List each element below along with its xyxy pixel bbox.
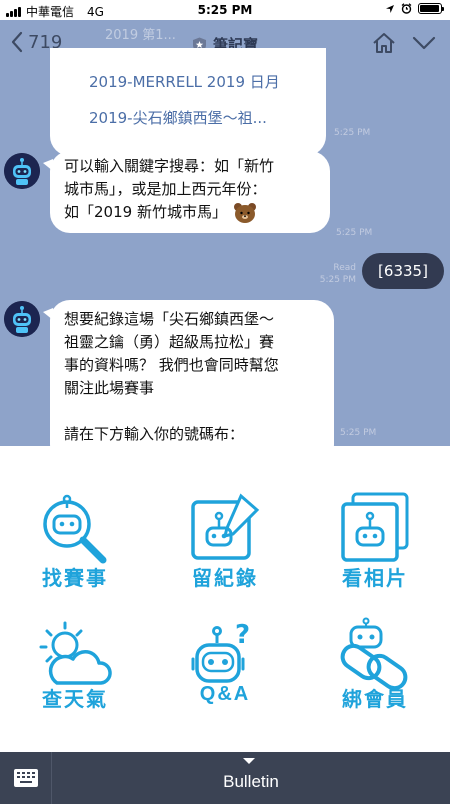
read-receipt: Read — [333, 263, 356, 273]
message-line: 請在下方輸入你的號碼布： — [64, 425, 245, 443]
robot-icon — [4, 301, 40, 337]
bot-avatar[interactable] — [4, 301, 40, 337]
rich-menu: 找賽事 留紀錄 看相片 查天氣 ? Q&A 綁會員 — [0, 446, 450, 752]
robot-pencil-icon — [191, 493, 260, 560]
message-time: 5:25 PM — [319, 275, 356, 285]
alarm-clock-icon — [401, 3, 412, 14]
status-bar: 中華電信 4G 5:25 PM — [0, 0, 450, 20]
menu-label: 找賽事 — [42, 566, 108, 590]
location-arrow-icon — [386, 4, 394, 13]
keyboard-icon — [14, 769, 38, 787]
menu-label: Q&A — [199, 683, 251, 705]
status-right — [385, 3, 444, 14]
menu-label: 看相片 — [342, 566, 408, 590]
robot-chain-icon — [340, 617, 408, 691]
home-icon[interactable] — [372, 32, 396, 54]
bot-message: 可以輸入關鍵字搜尋：如「新竹 城市馬」，或是加上西元年份： 如「2019 新竹城… — [43, 151, 330, 233]
message-line: 想要紀錄這場「尖石鄉鎮西堡～ — [64, 310, 275, 328]
menu-label: 查天氣 — [42, 687, 108, 711]
menu-qa[interactable]: ? Q&A — [150, 599, 300, 752]
menu-bind-member[interactable]: 綁會員 — [300, 599, 450, 752]
chevron-down-icon[interactable] — [412, 36, 436, 50]
message-line: 如「2019 新竹城市馬」 — [64, 203, 227, 221]
magnifier-robot-icon — [43, 494, 107, 564]
link-list-bubble: 2019-MERRELL 2019 日月 2019-尖石鄉鎮西堡～祖... — [50, 48, 326, 156]
bot-avatar[interactable] — [4, 153, 40, 189]
message-line: 事的資料嗎？ 我們也會同時幫您 — [64, 356, 279, 374]
message-line — [64, 400, 320, 423]
menu-record[interactable]: 留紀錄 — [150, 446, 300, 599]
message-line: 城市馬」，或是加上西元年份： — [64, 180, 267, 198]
link-item[interactable]: 2019-尖石鄉鎮西堡～祖... — [89, 100, 326, 136]
robot-photo-icon — [341, 492, 409, 562]
menu-find-race[interactable]: 找賽事 — [0, 446, 150, 599]
caret-down-icon — [243, 758, 255, 764]
bulletin-label: Bulletin — [223, 772, 279, 791]
keyboard-button[interactable] — [0, 752, 52, 804]
message-time: 5:25 PM — [336, 228, 373, 238]
menu-weather[interactable]: 查天氣 — [0, 599, 150, 752]
robot-icon — [4, 153, 40, 189]
menu-label: 綁會員 — [342, 687, 408, 711]
status-time: 5:25 PM — [197, 3, 253, 17]
user-message: [6335] — [362, 253, 444, 289]
message-time: 5:25 PM — [334, 128, 371, 138]
svg-text:?: ? — [235, 620, 250, 650]
menu-photos[interactable]: 看相片 — [300, 446, 450, 599]
message-time: 5:25 PM — [340, 428, 377, 438]
link-item[interactable]: 2019-MERRELL 2019 日月 — [89, 64, 326, 100]
message-line: 可以輸入關鍵字搜尋：如「新竹 — [64, 157, 275, 175]
bear-emoji-icon — [233, 202, 256, 223]
bulletin-toggle[interactable]: Bulletin — [52, 752, 450, 804]
menu-label: 留紀錄 — [192, 566, 258, 590]
bot-message: 想要紀錄這場「尖石鄉鎮西堡～ 祖靈之鑰（勇）超級馬拉松」賽 事的資料嗎？ 我們也… — [43, 300, 334, 446]
battery-icon — [418, 3, 444, 14]
message-line: 關注此場賽事 — [64, 379, 155, 397]
bottom-bar: Bulletin — [0, 752, 450, 804]
message-line: 祖靈之鑰（勇）超級馬拉松」賽 — [64, 333, 275, 351]
chat-area[interactable]: 2019 第1... 719 筆記寶 2019-MERRELL 2019 日月 … — [0, 20, 450, 446]
